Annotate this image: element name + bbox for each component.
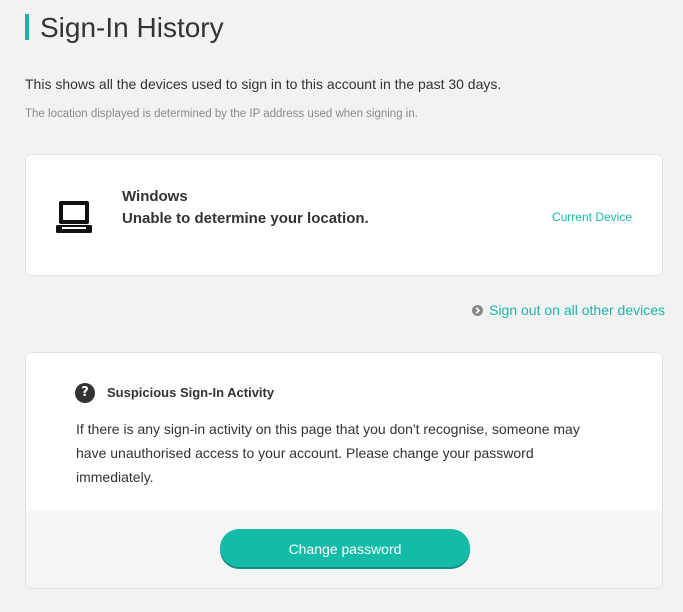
- sign-out-all-devices-label: Sign out on all other devices: [489, 302, 665, 318]
- chevron-right-icon: [472, 304, 484, 316]
- device-location: Unable to determine your location.: [122, 210, 369, 227]
- question-icon: ?: [75, 383, 95, 403]
- current-device-badge: Current Device: [551, 210, 632, 224]
- location-note: The location displayed is determined by …: [25, 108, 418, 120]
- device-card: Windows Unable to determine your locatio…: [25, 154, 663, 276]
- sign-out-all-devices-link[interactable]: Sign out on all other devices: [472, 302, 665, 318]
- title-accent-bar: [25, 14, 29, 40]
- change-password-button[interactable]: Change password: [220, 529, 470, 567]
- page-title: Sign-In History: [40, 12, 224, 43]
- intro-text: This shows all the devices used to sign …: [25, 76, 502, 92]
- suspicious-activity-title: Suspicious Sign-In Activity: [107, 385, 275, 400]
- device-name: Windows: [122, 188, 188, 205]
- suspicious-activity-card: ? Suspicious Sign-In Activity If there i…: [25, 352, 663, 589]
- laptop-icon: [56, 199, 92, 235]
- suspicious-activity-text: If there is any sign-in activity on this…: [76, 421, 580, 485]
